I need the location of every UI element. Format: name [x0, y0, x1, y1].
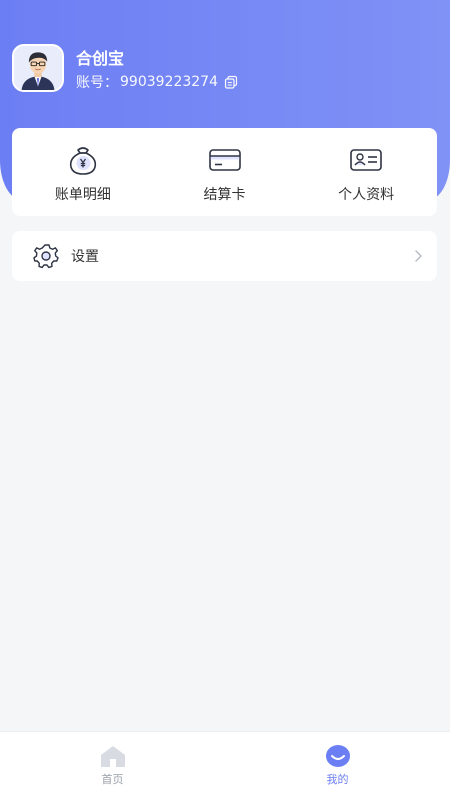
tab-label-home: 首页 — [101, 773, 124, 786]
account-label: 账号： — [76, 75, 118, 91]
avatar[interactable] — [12, 44, 64, 92]
menu-label-bill-details: 账单明细 — [54, 187, 111, 203]
menu-item-settlement-card[interactable]: 结算卡 — [154, 128, 296, 216]
settings-label: 设置 — [71, 249, 99, 265]
id-card-icon — [350, 149, 382, 171]
tab-label-mine: 我的 — [326, 773, 349, 786]
account-number: 99039223274 — [120, 74, 218, 90]
smile-icon — [325, 745, 350, 767]
gear-icon — [33, 244, 59, 269]
quick-menu-card: 账单明细 结算卡 个人资料 — [12, 128, 437, 216]
menu-item-bill-details[interactable]: 账单明细 — [12, 128, 154, 216]
user-name: 合创宝 — [76, 49, 125, 68]
bank-card-icon — [208, 149, 241, 171]
chevron-right-icon — [415, 250, 422, 262]
menu-label-personal-info: 个人资料 — [338, 187, 395, 203]
avatar-image — [14, 46, 62, 90]
bottom-tab-bar: 首页 我的 — [0, 731, 450, 800]
menu-label-settlement-card: 结算卡 — [203, 187, 246, 203]
settings-row[interactable]: 设置 — [12, 231, 437, 281]
tab-home[interactable]: 首页 — [0, 732, 225, 800]
copy-icon[interactable] — [224, 75, 238, 89]
tab-mine[interactable]: 我的 — [225, 732, 450, 800]
menu-item-personal-info[interactable]: 个人资料 — [295, 128, 437, 216]
money-bag-icon — [69, 147, 96, 175]
profile-screen: 合创宝 账号： 99039223274 账单明细 结算卡 个人资料 设置 首页 … — [0, 0, 450, 800]
account-row: 账号： 99039223274 — [76, 72, 238, 92]
home-icon — [100, 746, 125, 767]
